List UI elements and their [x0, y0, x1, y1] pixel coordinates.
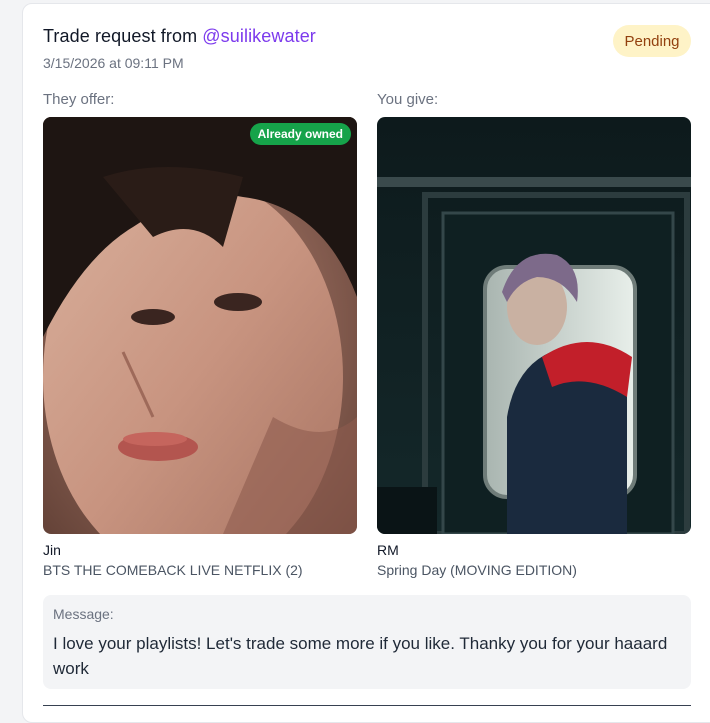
- given-card-set: Spring Day (MOVING EDITION): [377, 562, 577, 578]
- given-card-image[interactable]: [377, 117, 691, 534]
- offered-card-name: Jin: [43, 542, 61, 558]
- status-badge: Pending: [613, 25, 691, 57]
- message-text: I love your playlists! Let's trade some …: [53, 634, 668, 678]
- offer-label: They offer:: [43, 91, 115, 108]
- title-prefix: Trade request from: [43, 26, 203, 46]
- divider: [43, 705, 691, 706]
- offered-photo: [43, 117, 357, 534]
- message-label: Message:: [53, 606, 114, 622]
- trade-request-card: Trade request from @suilikewater 3/15/20…: [22, 3, 710, 723]
- give-label: You give:: [377, 91, 439, 108]
- trade-title: Trade request from @suilikewater: [43, 26, 316, 47]
- given-card-name: RM: [377, 542, 399, 558]
- message-box: Message: I love your playlists! Let's tr…: [43, 595, 691, 689]
- already-owned-badge: Already owned: [249, 123, 351, 145]
- offered-card-set: BTS THE COMEBACK LIVE NETFLIX (2): [43, 562, 303, 578]
- trade-timestamp: 3/15/2026 at 09:11 PM: [43, 55, 184, 71]
- given-photo: [377, 117, 691, 534]
- sender-username-link[interactable]: @suilikewater: [202, 26, 316, 46]
- offered-card-image[interactable]: Already owned: [43, 117, 357, 534]
